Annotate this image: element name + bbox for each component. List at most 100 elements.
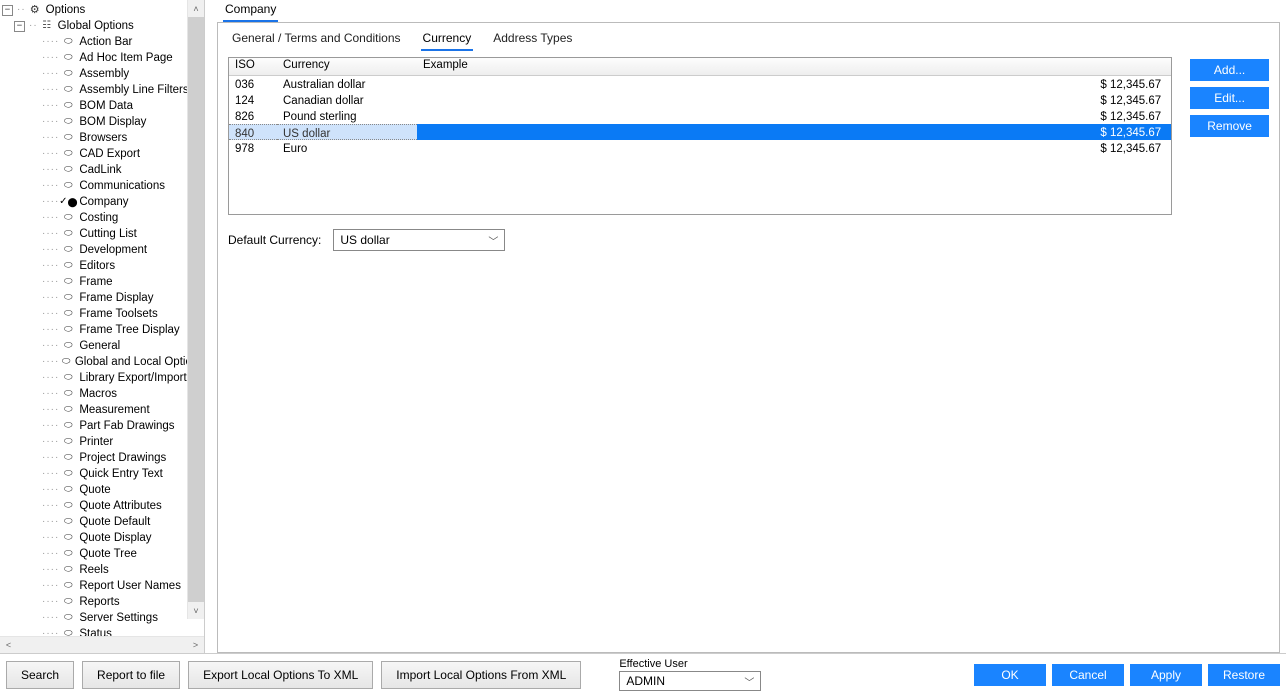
tree-connector: ···· (42, 530, 59, 546)
tree-item-label: General (79, 338, 120, 354)
tree-item[interactable]: ····⬭Quote Default (0, 514, 204, 530)
cell-iso: 036 (229, 76, 277, 92)
tree-item[interactable]: ····⬭Quote Display (0, 530, 204, 546)
option-icon: ⬭ (61, 226, 75, 242)
ok-button[interactable]: OK (974, 664, 1046, 686)
tree-item[interactable]: ····⬭Editors (0, 258, 204, 274)
report-to-file-button[interactable]: Report to file (82, 661, 180, 689)
cell-example: $ 12,345.67 (417, 140, 1171, 156)
import-options-button[interactable]: Import Local Options From XML (381, 661, 581, 689)
edit-button[interactable]: Edit... (1190, 87, 1269, 109)
tree-item[interactable]: ····⬭Project Drawings (0, 450, 204, 466)
tree-item[interactable]: ····⬭Assembly Line Filters (0, 82, 204, 98)
expander-icon[interactable]: − (2, 5, 13, 16)
tree-item[interactable]: ····⬭Report User Names (0, 578, 204, 594)
restore-button[interactable]: Restore (1208, 664, 1280, 686)
scroll-thumb[interactable] (188, 17, 204, 602)
tree-item[interactable]: ····⬭Frame (0, 274, 204, 290)
scroll-up-icon[interactable]: ˄ (188, 0, 204, 17)
option-icon: ⬭ (61, 146, 75, 162)
tree-item[interactable]: ····⬭Ad Hoc Item Page (0, 50, 204, 66)
tree-item-label: Library Export/Import (79, 370, 186, 386)
tree-item[interactable]: ····⬭CadLink (0, 162, 204, 178)
table-row[interactable]: 124Canadian dollar$ 12,345.67 (229, 92, 1171, 108)
cancel-button[interactable]: Cancel (1052, 664, 1124, 686)
option-icon: ⬭ (61, 130, 75, 146)
sub-tab[interactable]: General / Terms and Conditions (230, 31, 403, 51)
remove-button[interactable]: Remove (1190, 115, 1269, 137)
tree-item[interactable]: ····⬭Macros (0, 386, 204, 402)
content-frame: General / Terms and Conditions Currency Ad… (217, 22, 1280, 653)
tree-item[interactable]: ····⬭Frame Display (0, 290, 204, 306)
tree-item[interactable]: ····⬭Measurement (0, 402, 204, 418)
option-icon: ⬭ (61, 162, 75, 178)
tree-item[interactable]: ····⬭Global and Local Options (0, 354, 204, 370)
col-header-iso[interactable]: ISO (229, 58, 277, 75)
tree-item[interactable]: ····⬭Frame Tree Display (0, 322, 204, 338)
tree-item[interactable]: ····⬭Quote Attributes (0, 498, 204, 514)
table-row[interactable]: 826Pound sterling$ 12,345.67 (229, 108, 1171, 124)
scroll-right-icon[interactable]: ˃ (187, 637, 204, 653)
expander-icon[interactable]: − (14, 21, 25, 32)
tree-item[interactable]: ····⬭Cutting List (0, 226, 204, 242)
export-options-button[interactable]: Export Local Options To XML (188, 661, 373, 689)
tree-item[interactable]: ····⬭Server Settings (0, 610, 204, 626)
option-icon: ⬭ (61, 450, 75, 466)
scroll-down-icon[interactable]: ˅ (188, 602, 204, 619)
tree-item-label: Reels (79, 562, 108, 578)
tree-group[interactable]: − ·· ☷ Global Options (0, 18, 204, 34)
tree-item[interactable]: ····⬭BOM Display (0, 114, 204, 130)
tree-item[interactable]: ····✓⬤Company (0, 194, 204, 210)
tree-item[interactable]: ····⬭CAD Export (0, 146, 204, 162)
apply-button[interactable]: Apply (1130, 664, 1202, 686)
sub-tabs: General / Terms and Conditions Currency Ad… (228, 31, 1269, 57)
grid-header: ISO Currency Example (229, 58, 1171, 76)
sub-tab[interactable]: Currency (421, 31, 474, 51)
tree-item[interactable]: ····⬭Quote (0, 482, 204, 498)
tree-root[interactable]: − ·· ⚙ Options (0, 2, 204, 18)
tree-item[interactable]: ····⬭Quick Entry Text (0, 466, 204, 482)
option-icon: ⬭ (61, 418, 75, 434)
tree-item[interactable]: ····⬭Communications (0, 178, 204, 194)
vertical-scrollbar[interactable]: ˄ ˅ (187, 0, 204, 619)
option-icon: ⬭ (61, 82, 75, 98)
tree-item[interactable]: ····⬭Reels (0, 562, 204, 578)
tree-item[interactable]: ····⬭Printer (0, 434, 204, 450)
effective-user-combo[interactable]: ADMIN ﹀ (619, 671, 761, 691)
tree-item[interactable]: ····⬭Costing (0, 210, 204, 226)
option-icon: ⬭ (61, 114, 75, 130)
tree-item[interactable]: ····⬭Status (0, 626, 204, 636)
tree-item[interactable]: ····⬭Action Bar (0, 34, 204, 50)
add-button[interactable]: Add... (1190, 59, 1269, 81)
col-header-currency[interactable]: Currency (277, 58, 417, 75)
tree-item[interactable]: ····⬭BOM Data (0, 98, 204, 114)
tree-connector: ·· (29, 18, 38, 34)
tree-item[interactable]: ····⬭Part Fab Drawings (0, 418, 204, 434)
col-header-example[interactable]: Example (417, 58, 1171, 75)
tree-item[interactable]: ····⬭Assembly (0, 66, 204, 82)
option-icon: ⬭ (61, 498, 75, 514)
option-icon: ⬭ (61, 34, 75, 50)
sub-tab[interactable]: Address Types (491, 31, 574, 51)
tree-item[interactable]: ····⬭Library Export/Import (0, 370, 204, 386)
tree-item[interactable]: ····⬭Browsers (0, 130, 204, 146)
table-row[interactable]: 978Euro$ 12,345.67 (229, 140, 1171, 156)
option-icon: ⬭ (61, 322, 75, 338)
scroll-left-icon[interactable]: ˂ (0, 637, 17, 653)
tree-item[interactable]: ····⬭Frame Toolsets (0, 306, 204, 322)
horizontal-scrollbar[interactable]: ˂ ˃ (0, 636, 204, 653)
tree-item-label: Quote Attributes (79, 498, 161, 514)
top-tab[interactable]: Company (223, 2, 278, 22)
default-currency-combo[interactable]: US dollar ﹀ (333, 229, 505, 251)
search-button[interactable]: Search (6, 661, 74, 689)
table-row[interactable]: 840US dollar$ 12,345.67 (229, 124, 1171, 140)
tree-item[interactable]: ····⬭Reports (0, 594, 204, 610)
tree-item[interactable]: ····⬭Quote Tree (0, 546, 204, 562)
option-icon: ⬭ (61, 402, 75, 418)
tree-item[interactable]: ····⬭General (0, 338, 204, 354)
table-row[interactable]: 036Australian dollar$ 12,345.67 (229, 76, 1171, 92)
currency-grid[interactable]: ISO Currency Example 036Australian dolla… (228, 57, 1172, 215)
tree-group-label: Global Options (58, 18, 134, 34)
option-icon: ⬭ (61, 50, 75, 66)
tree-item[interactable]: ····⬭Development (0, 242, 204, 258)
